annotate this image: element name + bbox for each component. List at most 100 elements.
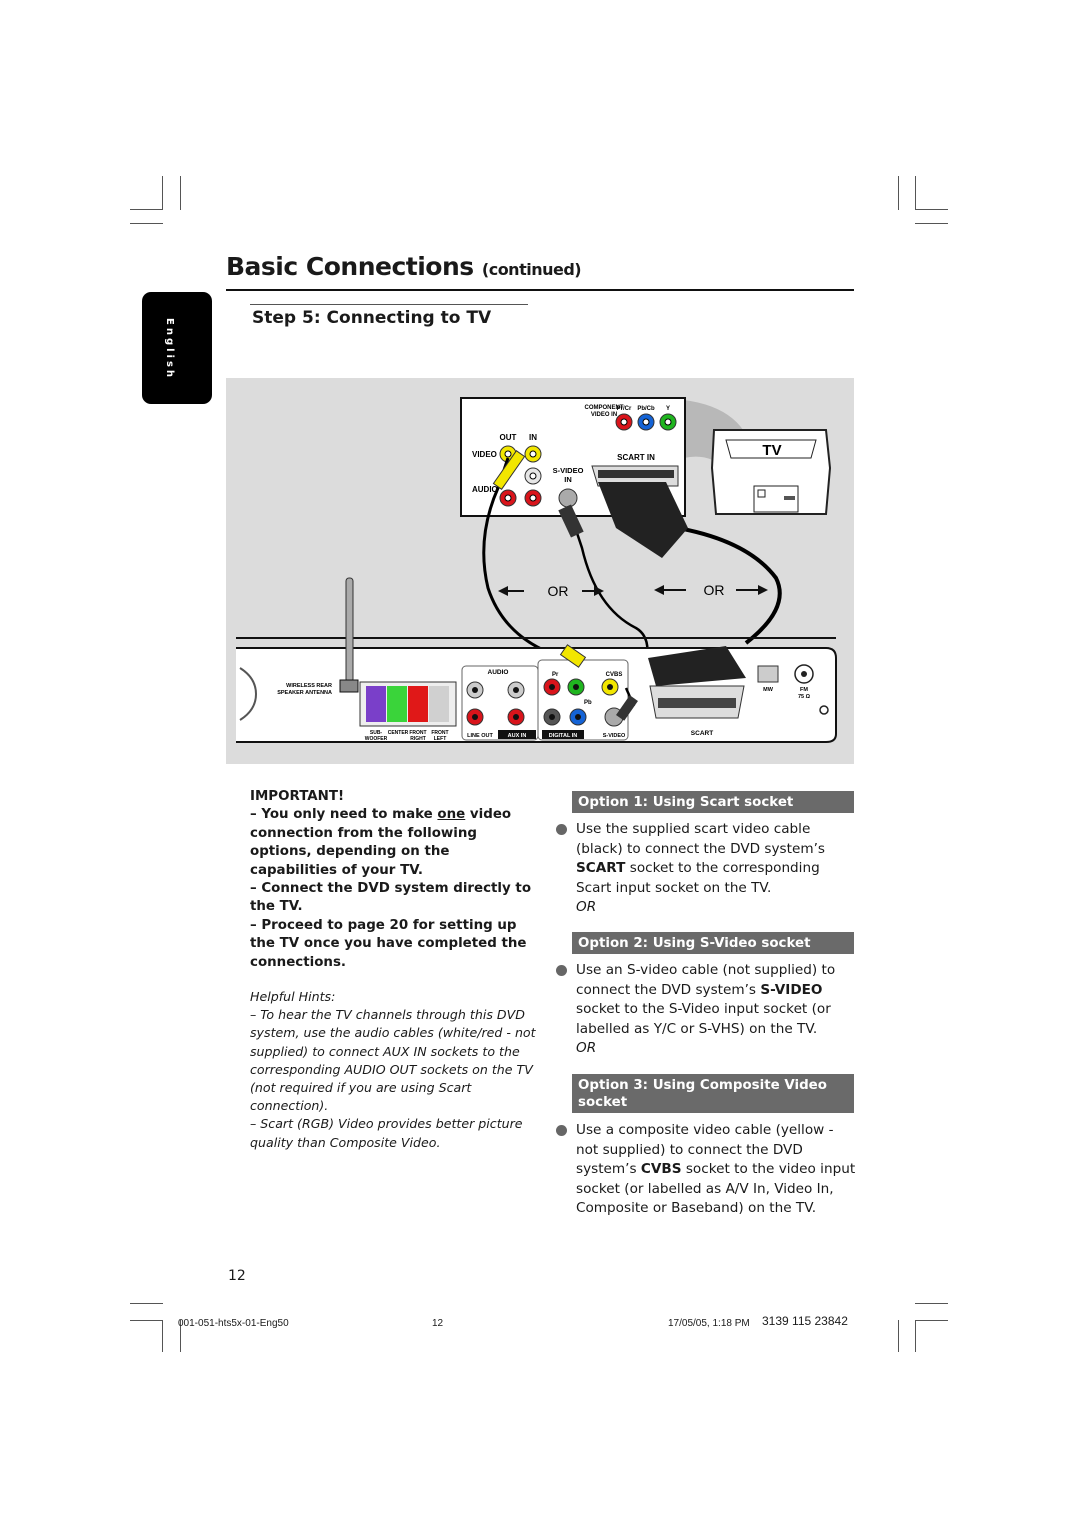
- title-divider: [226, 289, 854, 291]
- crop-mark: [915, 1320, 948, 1321]
- crop-mark: [130, 223, 163, 224]
- helpful-hints: Helpful Hints: – To hear the TV channels…: [250, 988, 540, 1152]
- out-label: OUT: [500, 433, 517, 442]
- language-tab-label: English: [164, 318, 175, 381]
- tv-label: TV: [762, 442, 781, 459]
- option-2-socket-name: S-VIDEO: [760, 981, 823, 998]
- svideo-in-socket: [558, 488, 578, 508]
- dvd-back-panel: WIRELESS REAR SPEAKER ANTENNA SUB- WOOFE…: [236, 577, 837, 743]
- footer-code: 3139 115 23842: [762, 1314, 848, 1328]
- footer-date: 17/05/05, 1:18 PM: [668, 1318, 750, 1329]
- option-1-text: Use the supplied scart video cable (blac…: [576, 820, 858, 898]
- important-notice: IMPORTANT! – You only need to make one v…: [250, 788, 540, 972]
- pr-label: Pr: [552, 672, 559, 678]
- bullet-icon: [556, 1125, 567, 1136]
- arrow-right-icon: [758, 585, 768, 595]
- antenna-label-2: SPEAKER ANTENNA: [277, 690, 332, 696]
- svideo-out-label: S-VIDEO: [603, 733, 626, 739]
- important-item-3: – Proceed to page 20 for setting up the …: [250, 917, 527, 970]
- hints-heading: Helpful Hints:: [250, 989, 336, 1004]
- important-item-1-emphasis: one: [437, 807, 466, 823]
- important-heading: IMPORTANT!: [250, 789, 345, 804]
- crop-mark: [130, 1320, 163, 1321]
- option-3-body: Use a composite video cable (yellow - no…: [556, 1121, 858, 1219]
- or-arrows: OR OR: [498, 582, 768, 599]
- crop-mark: [180, 176, 181, 210]
- bullet-icon: [556, 965, 567, 976]
- crop-mark: [915, 209, 948, 210]
- fm-impedance-label: 75 Ω: [798, 694, 811, 700]
- option-1-or: OR: [576, 899, 597, 915]
- page-number: 12: [228, 1268, 246, 1284]
- crop-mark: [162, 1320, 163, 1352]
- step-divider: [250, 304, 528, 305]
- option-3-heading: Option 3: Using Composite Video socket: [572, 1074, 854, 1113]
- option-1-text-start: Use the supplied scart video cable (blac…: [576, 821, 825, 857]
- subwoofer-label-2: WOOFER: [365, 736, 388, 742]
- hint-2: – Scart (RGB) Video provides better pict…: [250, 1116, 523, 1150]
- mw-label: MW: [763, 687, 774, 693]
- diagram-svg: COMPONENT VIDEO IN Pr/Cr Pb/Cb Y OUT IN …: [236, 397, 837, 743]
- option-1-socket-name: SCART: [576, 860, 626, 876]
- mw-terminal: [757, 665, 779, 683]
- crop-mark: [915, 1303, 948, 1304]
- or-label-left: OR: [548, 583, 569, 599]
- component-label-2: VIDEO IN: [591, 412, 617, 418]
- footer-file: 001-051-hts5x-01-Eng50: [178, 1318, 289, 1329]
- crop-mark: [130, 1303, 163, 1304]
- footer-page: 12: [432, 1318, 444, 1329]
- option-2-or: OR: [576, 1040, 597, 1056]
- pb-cb-label: Pb/Cb: [637, 406, 655, 412]
- audio-group-label: AUDIO: [488, 669, 509, 676]
- front-right-terminal: [408, 686, 428, 722]
- tv-illustration: TV: [710, 429, 832, 515]
- option-1-heading: Option 1: Using Scart socket: [572, 791, 854, 813]
- digital-in-label: DIGITAL IN: [549, 733, 578, 739]
- pr-cr-label: Pr/Cr: [617, 406, 632, 412]
- scart-in-label: SCART IN: [617, 453, 655, 462]
- crop-mark: [130, 209, 163, 210]
- page-title: Basic Connections (continued): [226, 252, 582, 281]
- crop-mark: [898, 176, 899, 210]
- important-item-1: – You only need to make one video connec…: [250, 806, 540, 880]
- svideo-in-label-2: IN: [564, 475, 572, 484]
- page-title-suffix: (continued): [481, 260, 582, 279]
- language-tab: English: [142, 292, 212, 404]
- bullet-icon: [556, 824, 567, 835]
- option-1-body: Use the supplied scart video cable (blac…: [556, 820, 858, 918]
- audio-label: AUDIO: [472, 485, 498, 494]
- y-label: Y: [666, 406, 670, 412]
- center-label: CENTER: [388, 730, 409, 736]
- option-3-socket-name: CVBS: [640, 1161, 682, 1177]
- front-right-label-2: RIGHT: [410, 736, 426, 742]
- option-2-text-end: socket to the S-Video input socket (or l…: [576, 1001, 831, 1037]
- antenna: [345, 577, 354, 683]
- crop-mark: [915, 223, 948, 224]
- hint-1: – To hear the TV channels through this D…: [250, 1007, 536, 1114]
- crop-mark: [162, 176, 163, 210]
- cvbs-label: CVBS: [606, 672, 623, 678]
- svideo-in-label-1: S-VIDEO: [553, 466, 584, 475]
- scart-out-label: SCART: [691, 730, 713, 737]
- step-title: Step 5: Connecting to TV: [252, 308, 492, 328]
- subwoofer-terminal: [366, 686, 386, 722]
- page-title-text: Basic Connections: [226, 252, 474, 281]
- crop-mark: [915, 1320, 916, 1352]
- front-left-terminal: [429, 686, 449, 722]
- crop-mark: [898, 1320, 899, 1352]
- video-label: VIDEO: [472, 450, 497, 459]
- option-2-heading: Option 2: Using S-Video socket: [572, 932, 854, 954]
- option-3-text: Use a composite video cable (yellow - no…: [576, 1121, 858, 1219]
- option-2-text: Use an S-video cable (not supplied) to c…: [576, 961, 858, 1039]
- option-2-body: Use an S-video cable (not supplied) to c…: [556, 961, 858, 1059]
- in-label: IN: [529, 433, 537, 442]
- antenna-label-1: WIRELESS REAR: [286, 683, 332, 689]
- front-left-label-2: LEFT: [434, 736, 447, 742]
- arrow-left-icon: [498, 586, 508, 596]
- fm-label: FM: [800, 687, 808, 693]
- important-item-1-text: – You only need to make: [250, 807, 438, 823]
- center-terminal: [387, 686, 407, 722]
- aux-in-label: AUX IN: [508, 733, 527, 739]
- important-item-2: – Connect the DVD system directly to the…: [250, 881, 532, 915]
- or-label-right: OR: [704, 582, 725, 598]
